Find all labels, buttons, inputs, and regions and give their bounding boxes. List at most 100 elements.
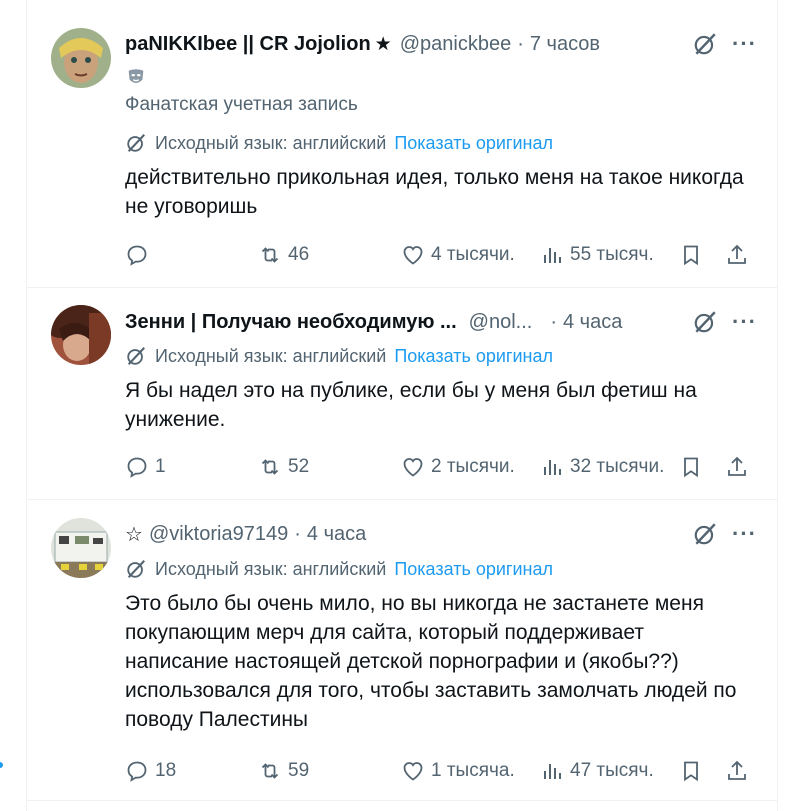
retweet-count: 46 [288, 244, 310, 265]
retweet-button[interactable]: 52 [258, 452, 309, 482]
action-bar: 1 52 2 тысячи. 32 тысячи. [125, 452, 746, 482]
tweet-text: действительно прикольная идея, только ме… [125, 166, 744, 218]
tweet-header: ☆ @viktoria97149 · 4 часа ··· [125, 519, 757, 549]
heart-icon [403, 762, 423, 781]
user-handle[interactable]: @nol... [469, 311, 533, 334]
grok-icon[interactable] [692, 309, 718, 335]
tweet[interactable]: Зенни | Получаю необходимую ... @nol... … [27, 288, 777, 500]
header-actions: ··· [692, 519, 757, 549]
reply-count: 1 [155, 456, 166, 477]
translation-note: Исходный язык: английский Показать ориги… [125, 130, 553, 156]
views-button[interactable]: 32 тысячи. [540, 452, 664, 482]
avatar[interactable] [51, 305, 111, 365]
more-icon[interactable]: ··· [732, 31, 757, 57]
timestamp[interactable]: 4 часа [563, 311, 622, 334]
tweet-header: Зенни | Получаю необходимую ... @nol... … [125, 307, 757, 337]
share-icon [728, 760, 746, 780]
edge-indicator [0, 762, 3, 768]
views-icon [544, 764, 561, 779]
views-count: 55 тысяч. [570, 244, 654, 265]
bookmark-button[interactable] [679, 452, 703, 482]
user-handle[interactable]: @panickbee [400, 33, 511, 56]
avatar[interactable] [51, 28, 111, 88]
share-button[interactable] [725, 756, 749, 786]
show-original-link[interactable]: Показать оригинал [394, 346, 553, 367]
translate-icon [127, 134, 145, 152]
retweet-count: 59 [288, 760, 310, 781]
bookmark-icon [684, 245, 698, 266]
like-count: 1 тысяча. [431, 760, 515, 781]
separator: · [517, 32, 524, 55]
action-bar: 46 4 тысячи. 55 тысяч. [125, 240, 746, 270]
bookmark-icon [684, 761, 698, 782]
grok-icon[interactable] [692, 521, 718, 547]
retweet-button[interactable]: 46 [258, 240, 309, 270]
bookmark-icon [684, 457, 698, 478]
retweet-button[interactable]: 59 [258, 756, 309, 786]
tweet[interactable]: ☆ @viktoria97149 · 4 часа ··· Исходный я… [27, 500, 777, 801]
like-count: 2 тысячи. [431, 456, 515, 477]
translate-icon [127, 347, 145, 365]
user-handle[interactable]: @viktoria97149 [149, 523, 288, 546]
views-count: 47 тысяч. [570, 760, 654, 781]
action-bar: 18 59 1 тысяча. 47 тысяч. [125, 756, 746, 786]
retweet-icon [261, 247, 279, 263]
separator: · [294, 522, 301, 545]
more-icon[interactable]: ··· [732, 521, 757, 547]
share-button[interactable] [725, 240, 749, 270]
views-button[interactable]: 55 тысяч. [540, 240, 654, 270]
translation-note: Исходный язык: английский Показать ориги… [125, 556, 553, 582]
retweet-count: 52 [288, 456, 310, 477]
share-icon [728, 244, 746, 264]
reply-icon [127, 245, 147, 266]
share-icon [728, 456, 746, 476]
reply-button[interactable] [125, 240, 155, 270]
views-count: 32 тысячи. [570, 456, 665, 477]
translation-label: Исходный язык: английский [155, 345, 387, 366]
separator: · [550, 310, 557, 333]
reply-button[interactable]: 1 [125, 452, 166, 482]
share-button[interactable] [725, 452, 749, 482]
timestamp[interactable]: 7 часов [530, 33, 600, 56]
bookmark-button[interactable] [679, 240, 703, 270]
tweet-text: Я бы надел это на публике, если бы у мен… [125, 379, 697, 431]
reply-button[interactable]: 18 [125, 756, 176, 786]
tweet-text: Это было бы очень мило, но вы никогда не… [125, 592, 737, 731]
name-suffix: ★ [374, 33, 392, 55]
show-original-link[interactable]: Показать оригинал [394, 133, 553, 154]
header-actions: ··· [692, 29, 757, 59]
like-button[interactable]: 2 тысячи. [401, 452, 515, 482]
views-button[interactable]: 47 тысяч. [540, 756, 654, 786]
like-count: 4 тысячи. [431, 244, 515, 265]
reply-icon [127, 761, 147, 782]
translate-icon [127, 560, 145, 578]
name-prefix: ☆ [125, 523, 143, 546]
more-icon[interactable]: ··· [732, 309, 757, 335]
bookmark-button[interactable] [679, 756, 703, 786]
like-button[interactable]: 1 тысяча. [401, 756, 515, 786]
show-original-link[interactable]: Показать оригинал [394, 559, 553, 580]
header-actions: ··· [692, 307, 757, 337]
tweet-header: paNIKKIbee || CR Jojolion ★ @panickbee ·… [125, 29, 757, 59]
tweet[interactable]: paNIKKIbee || CR Jojolion ★ @panickbee ·… [27, 0, 777, 288]
timestamp[interactable]: 4 часа [307, 523, 366, 546]
views-icon [544, 460, 561, 475]
heart-icon [403, 458, 423, 477]
display-name[interactable]: paNIKKIbee || CR Jojolion [125, 33, 371, 56]
reply-feed: paNIKKIbee || CR Jojolion ★ @panickbee ·… [26, 0, 778, 811]
account-label: Фанатская учетная запись [125, 94, 358, 115]
translation-note: Исходный язык: английский Показать ориги… [125, 343, 553, 369]
mask-icon [128, 69, 144, 83]
views-icon [544, 248, 561, 263]
translation-label: Исходный язык: английский [155, 558, 387, 579]
display-name[interactable]: Зенни | Получаю необходимую ... [125, 311, 457, 334]
translation-label: Исходный язык: английский [155, 132, 387, 153]
reply-icon [127, 457, 147, 478]
reply-count: 18 [155, 760, 177, 781]
like-button[interactable]: 4 тысячи. [401, 240, 515, 270]
retweet-icon [261, 763, 279, 779]
retweet-icon [261, 459, 279, 475]
avatar[interactable] [51, 518, 111, 578]
heart-icon [403, 246, 423, 265]
grok-icon[interactable] [692, 31, 718, 57]
